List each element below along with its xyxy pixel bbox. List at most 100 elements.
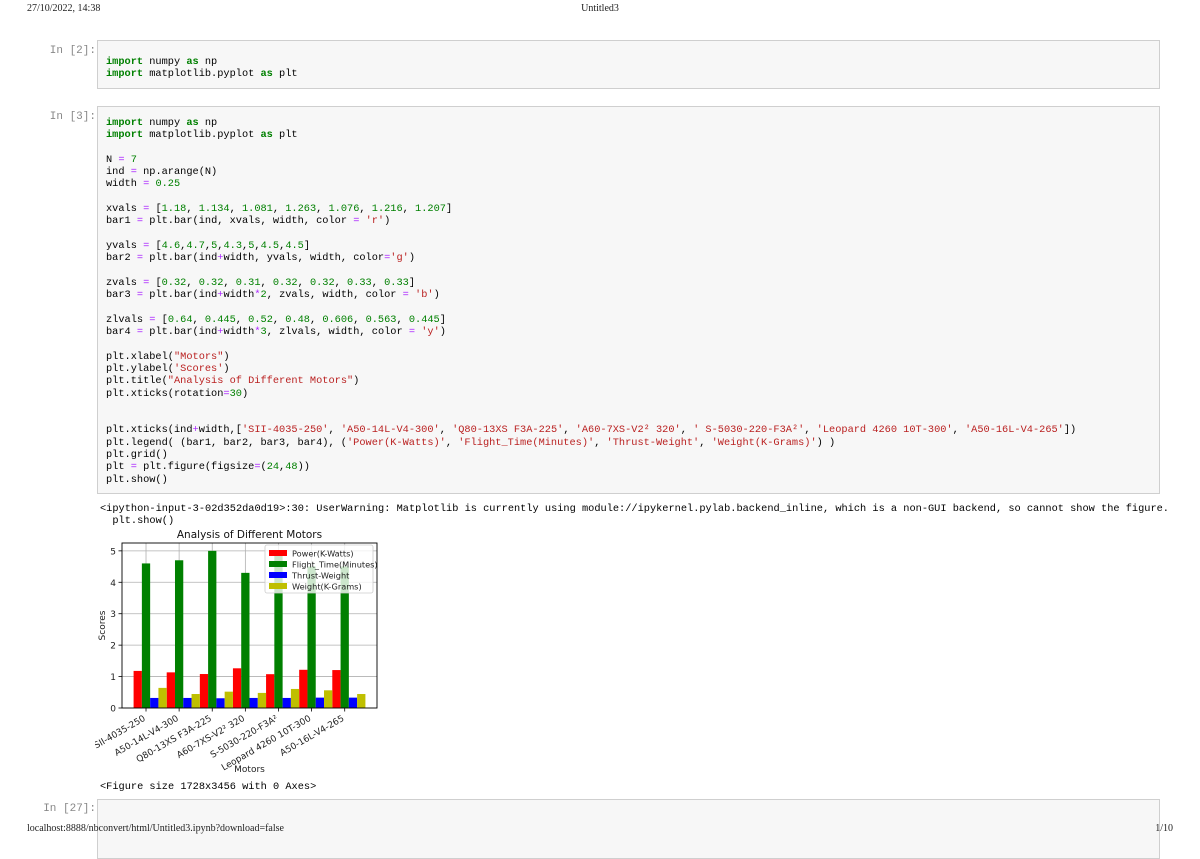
code-line: xvals = [1.18, 1.134, 1.081, 1.263, 1.07… bbox=[106, 203, 1076, 215]
bar-weight-k-grams- bbox=[191, 694, 200, 708]
code-line: N = 7 bbox=[106, 154, 1076, 166]
bar-thrust-weight bbox=[249, 697, 258, 708]
code-token: 0.32 bbox=[272, 276, 298, 289]
code-token: [ bbox=[149, 203, 162, 216]
code-token: plt.bar(ind bbox=[143, 289, 218, 302]
code-token: , bbox=[359, 203, 372, 216]
code-token: as bbox=[260, 129, 273, 142]
code-token: 0.64 bbox=[167, 313, 193, 326]
code-token: plt.bar(ind bbox=[143, 326, 218, 339]
code-token: 'A50-14L-V4-300' bbox=[340, 424, 440, 437]
bar-power-k-watts- bbox=[332, 670, 341, 708]
code-token: plt.legend( (bar1, bar2, bar3, bar4), ( bbox=[106, 436, 347, 449]
code-token: ) bbox=[384, 215, 391, 228]
code-token: numpy bbox=[143, 117, 187, 129]
code-line: yvals = [4.6,4.7,5,4.3,5,4.5,4.5] bbox=[106, 240, 1076, 252]
code-token: matplotlib.pyplot bbox=[143, 68, 261, 81]
code-token: plt.ylabel( bbox=[106, 362, 174, 375]
code-editor[interactable]: import numpy as np import matplotlib.pypl… bbox=[106, 56, 298, 81]
code-line: zlvals = [0.64, 0.445, 0.52, 0.48, 0.606… bbox=[106, 314, 1076, 326]
code-token: 'r' bbox=[365, 215, 385, 228]
code-token: , bbox=[952, 424, 965, 437]
code-token: , bbox=[297, 276, 310, 289]
code-token: plt.xlabel( bbox=[106, 350, 174, 363]
code-token: , bbox=[396, 313, 409, 326]
code-token: 0.52 bbox=[248, 313, 273, 326]
code-token: 'Flight_Time(Minutes)' bbox=[458, 436, 595, 449]
code-line: plt.xticks(rotation=30) bbox=[106, 388, 1076, 400]
code-token: import bbox=[106, 56, 144, 68]
cell-prompt: In [27]: bbox=[43, 803, 96, 815]
code-cell-2[interactable]: import numpy as np import matplotlib.pypl… bbox=[97, 106, 1160, 494]
code-token: width bbox=[223, 289, 255, 302]
code-token: ] bbox=[439, 313, 446, 326]
code-token: 'Leopard 4260 10T-300' bbox=[816, 424, 953, 437]
bar-thrust-weight bbox=[348, 697, 358, 708]
code-token: , bbox=[309, 313, 323, 326]
code-token: np bbox=[198, 56, 218, 68]
bar-flight-time-minutes- bbox=[174, 560, 184, 708]
code-line: plt.xlabel("Motors") bbox=[106, 351, 1076, 363]
bar-thrust-weight bbox=[315, 697, 325, 708]
code-token: np bbox=[198, 117, 218, 129]
code-line: import matplotlib.pyplot as plt bbox=[106, 129, 1076, 141]
code-token: 'A60-7XS-V2² 320' bbox=[575, 424, 681, 437]
code-token: , bbox=[272, 313, 286, 326]
code-line: plt.show() bbox=[106, 474, 1076, 486]
code-token: 1.207 bbox=[415, 203, 446, 216]
code-token: 30 bbox=[229, 387, 242, 400]
bar-power-k-watts- bbox=[133, 670, 142, 708]
print-title: Untitled3 bbox=[581, 3, 619, 14]
code-editor[interactable]: import numpy as np import matplotlib.pypl… bbox=[106, 117, 1076, 486]
code-token: "Motors" bbox=[173, 350, 224, 363]
code-token: 1.076 bbox=[328, 203, 360, 216]
code-token: 4.6 bbox=[161, 239, 181, 252]
code-cell-1[interactable]: import numpy as np import matplotlib.pypl… bbox=[97, 40, 1160, 89]
code-token: ] bbox=[408, 276, 415, 289]
code-token: , bbox=[594, 436, 607, 449]
code-token: plt.figure(figsize bbox=[136, 461, 255, 474]
code-token: import bbox=[106, 129, 144, 142]
legend-label: Flight_Time(Minutes) bbox=[292, 560, 378, 570]
code-token: 'g' bbox=[390, 252, 409, 265]
code-token: 0.445 bbox=[204, 313, 236, 326]
legend-swatch bbox=[269, 561, 287, 567]
code-token: bar4 bbox=[106, 326, 137, 339]
code-token: plt bbox=[106, 461, 131, 474]
bar-power-k-watts- bbox=[232, 668, 242, 708]
bar-flight-time-minutes- bbox=[141, 563, 151, 708]
code-token: 0.33 bbox=[384, 276, 409, 289]
code-token: plt.show() bbox=[106, 473, 168, 486]
code-token: matplotlib.pyplot bbox=[143, 129, 261, 142]
code-token: 1.263 bbox=[285, 203, 317, 216]
code-token: plt.bar(ind, xvals, width, color bbox=[143, 215, 354, 228]
code-token: , bbox=[353, 313, 366, 326]
code-token: 'Weight(K-Grams)' bbox=[711, 436, 817, 449]
code-token: plt.bar(ind bbox=[143, 252, 218, 265]
code-token: , bbox=[680, 424, 694, 437]
code-token: )) bbox=[297, 461, 310, 474]
bar-power-k-watts- bbox=[166, 672, 175, 708]
code-line: zvals = [0.32, 0.32, 0.31, 0.32, 0.32, 0… bbox=[106, 277, 1076, 289]
print-url: localhost:8888/nbconvert/html/Untitled3.… bbox=[27, 823, 284, 834]
code-token: as bbox=[260, 68, 273, 81]
code-token: 0.25 bbox=[155, 178, 181, 191]
code-token: width,[ bbox=[198, 424, 242, 437]
code-token: 0.563 bbox=[365, 313, 397, 326]
code-token: , bbox=[563, 424, 576, 437]
code-token: 0.32 bbox=[309, 276, 335, 289]
legend-swatch bbox=[269, 550, 287, 556]
code-token: [ bbox=[155, 313, 168, 326]
code-token: 'SII-4035-250' bbox=[241, 424, 329, 437]
code-token: 4.5 bbox=[285, 239, 304, 252]
code-token: ) bbox=[223, 362, 230, 375]
chart-title: Analysis of Different Motors bbox=[177, 529, 322, 541]
code-line: plt = plt.figure(figsize=(24,48)) bbox=[106, 461, 1076, 473]
y-tick-label: 4 bbox=[110, 579, 116, 589]
legend-label: Weight(K-Grams) bbox=[292, 582, 362, 592]
code-token: width bbox=[106, 178, 144, 191]
code-token: ] bbox=[303, 239, 311, 252]
code-token: ]) bbox=[1063, 424, 1077, 437]
